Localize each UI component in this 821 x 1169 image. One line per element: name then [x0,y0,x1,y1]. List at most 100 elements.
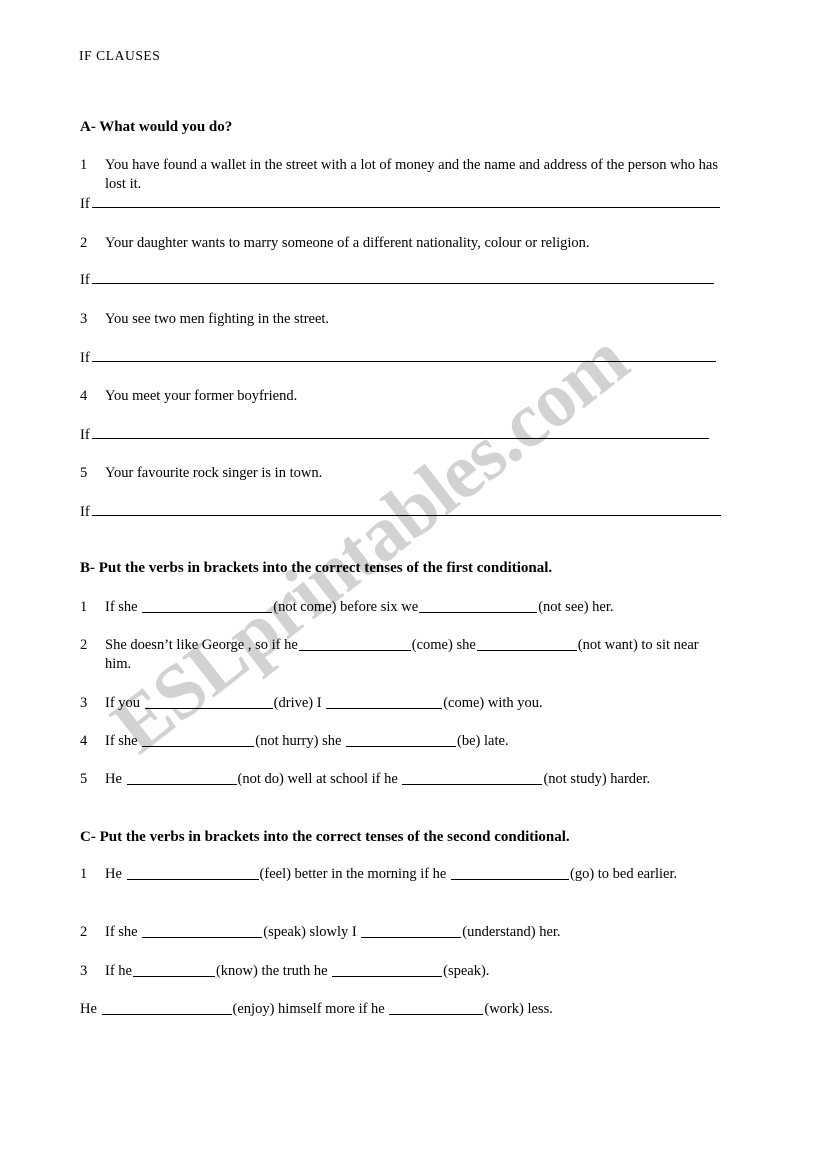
item-b-3-text-5: (come) with you. [443,695,543,711]
item-c-2-text-3: (speak) slowly I [263,924,361,940]
item-number: 1 [80,157,88,173]
exercise-item-a-1: 1 You have found a wallet in the street w… [80,156,720,194]
item-c-1-blank-4[interactable] [451,865,569,880]
item-c-3-text-3: (know) the truth he [215,963,332,979]
item-b-2-blank-4[interactable] [476,636,577,651]
item-body: You see two men fighting in the street. [105,311,330,327]
item-body: Your favourite rock singer is in town. [105,465,323,481]
if-label: If [80,504,90,520]
item-number: 2 [80,637,88,653]
item-b-4-blank-2[interactable] [142,732,255,747]
item-c-2-blank-2[interactable] [142,923,263,938]
item-b-3-blank-2[interactable] [144,694,273,709]
item-c-1-text-3: (feel) better in the morning if he [259,866,450,882]
exercise-item-b-1: 1 If she (not come) before six we (not see… [80,598,735,617]
item-body: Your daughter wants to marry someone of … [105,235,590,251]
item-b-1-text-5: (not see) her. [538,599,614,615]
item-c-3-blank-4[interactable] [332,962,443,977]
item-c-2-blank-4[interactable] [361,923,462,938]
worksheet-page: ESLprintables.com IF CLAUSES A- What wou… [0,0,821,1169]
item-number: 4 [80,733,88,749]
item-b-1-text-1: If she [105,599,142,615]
answer-row-a-3: If [80,348,716,367]
item-body: You meet your former boyfriend. [105,388,298,404]
section-heading-a: A- What would you do? [80,119,233,135]
answer-line[interactable] [91,270,714,284]
item-b-3-text-1: If you [105,695,144,711]
item-b-4-text-1: If she [105,733,142,749]
item-b-5-text-3: (not do) well at school if he [237,771,402,787]
item-c-trailing-blank-2[interactable] [101,1000,232,1015]
exercise-item-a-2: 2 Your daughter wants to marry someone of… [80,234,720,253]
item-b-3-blank-4[interactable] [326,694,443,709]
exercise-item-a-3: 3 You see two men fighting in the street. [80,310,720,329]
item-c-1-blank-2[interactable] [126,865,259,880]
item-body: If you (drive) I (come) with you. [105,694,735,713]
item-body: She doesn’t like George , so if he (come)… [105,636,720,674]
item-body: He (not do) well at school if he (not st… [105,770,720,789]
answer-row-a-1: If [80,194,720,213]
item-body: If she (not hurry) she (be) late. [105,732,735,751]
item-number: 2 [80,924,88,940]
item-body: You have found a wallet in the street wi… [105,157,719,192]
item-b-2-text-1: She doesn’t like George , so if he [105,637,298,653]
if-label: If [80,427,90,443]
answer-row-a-2: If [80,270,714,289]
item-number: 1 [80,599,88,615]
section-heading-b: B- Put the verbs in brackets into the co… [80,560,553,576]
item-number: 1 [80,866,88,882]
item-number: 5 [80,771,88,787]
answer-line[interactable] [91,502,721,516]
item-c-trailing-text-3: (enjoy) himself more if he [232,1001,389,1017]
item-b-3-text-3: (drive) I [273,695,326,711]
item-b-1-blank-4[interactable] [419,598,538,613]
item-body: If she (not come) before six we (not see)… [105,598,735,617]
exercise-item-c-trailing: He (enjoy) himself more if he (work) les… [80,1000,553,1019]
item-b-4-blank-4[interactable] [346,732,457,747]
exercise-item-b-4: 4 If she (not hurry) she (be) late. [80,732,735,751]
if-label: If [80,350,90,366]
item-number: 5 [80,465,88,481]
item-body: If she (speak) slowly I (understand) her… [105,923,735,942]
item-b-1-blank-2[interactable] [142,598,273,613]
item-b-5-text-5: (not study) harder. [543,771,651,787]
item-number: 3 [80,311,88,327]
exercise-item-b-5: 5 He (not do) well at school if he (not s… [80,770,720,789]
item-number: 3 [80,963,88,979]
item-c-3-text-1: If he [105,963,132,979]
item-b-2-text-3: (come) she [411,637,476,653]
item-b-5-text-1: He [105,771,126,787]
item-c-3-blank-2[interactable] [132,962,215,977]
exercise-item-b-3: 3 If you (drive) I (come) with you. [80,694,735,713]
item-number: 2 [80,235,88,251]
item-c-trailing-text-5: (work) less. [484,1001,553,1017]
item-c-1-text-5: (go) to bed earlier. [570,866,678,882]
document-header: IF CLAUSES [79,48,161,63]
exercise-item-b-2: 2 She doesn’t like George , so if he (come… [80,636,720,674]
exercise-item-a-4: 4 You meet your former boyfriend. [80,387,720,406]
item-c-2-text-5: (understand) her. [462,924,561,940]
exercise-item-c-2: 2 If she (speak) slowly I (understand) he… [80,923,735,942]
item-b-2-blank-2[interactable] [298,636,411,651]
item-c-1-text-1: He [105,866,126,882]
item-body: If he (know) the truth he (speak). [105,962,735,981]
exercise-item-c-3: 3 If he (know) the truth he (speak). [80,962,735,981]
item-number: 3 [80,695,88,711]
item-b-5-blank-2[interactable] [126,770,237,785]
answer-line[interactable] [91,348,716,362]
exercise-item-c-1: 1 He (feel) better in the morning if he (… [80,865,740,884]
item-b-1-text-3: (not come) before six we [273,599,419,615]
answer-line[interactable] [91,194,720,208]
item-c-trailing-blank-4[interactable] [389,1000,484,1015]
item-c-2-text-1: If she [105,924,142,940]
if-label: If [80,272,90,288]
item-b-4-text-3: (not hurry) she [255,733,346,749]
item-number: 4 [80,388,88,404]
answer-row-a-5: If [80,502,721,521]
item-body: He (feel) better in the morning if he (g… [105,865,740,884]
exercise-item-a-5: 5 Your favourite rock singer is in town. [80,464,720,483]
answer-line[interactable] [91,425,709,439]
item-b-5-blank-4[interactable] [402,770,543,785]
item-b-4-text-5: (be) late. [457,733,509,749]
answer-row-a-4: If [80,425,709,444]
